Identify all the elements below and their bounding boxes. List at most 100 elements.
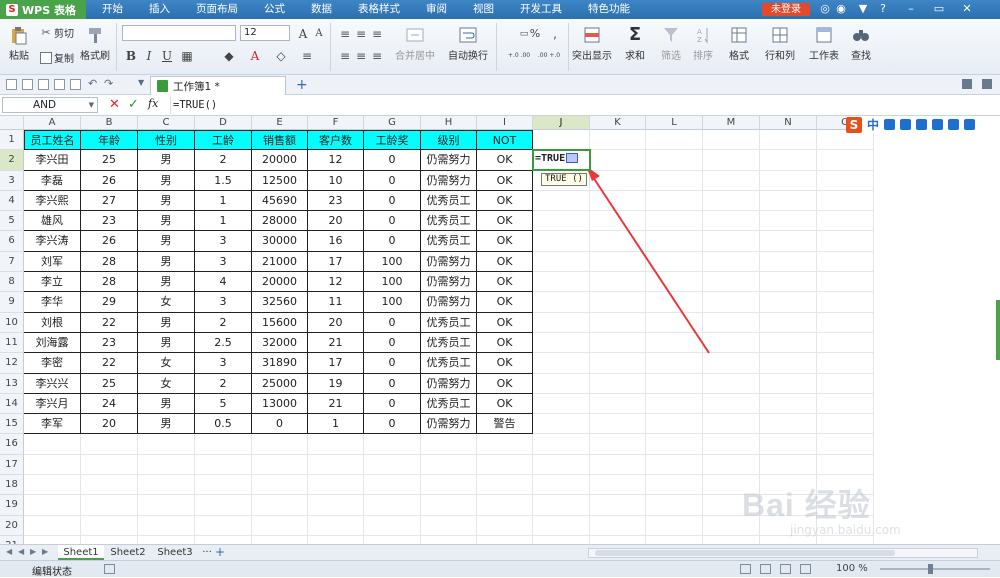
print-preview-icon[interactable] [54, 79, 65, 90]
menu-data[interactable]: 数据 [298, 0, 345, 19]
redo-icon[interactable]: ↷ [104, 77, 113, 90]
function-autocomplete-tooltip[interactable]: TRUE () [541, 172, 587, 186]
minimize-icon[interactable]: – [904, 2, 918, 16]
export-icon[interactable] [70, 79, 81, 90]
first-sheet-icon[interactable]: ◀ [6, 547, 12, 556]
formula-input[interactable]: =TRUE() [170, 96, 998, 114]
worksheet-button[interactable]: 工作表 [804, 25, 844, 62]
more-sheets-icon[interactable]: ··· [200, 545, 214, 560]
chevron-down-icon[interactable]: ▼ [89, 98, 94, 112]
find-button[interactable]: 查找 [846, 25, 876, 62]
next-sheet-icon[interactable]: ▶ [30, 547, 36, 556]
zoom-slider[interactable] [880, 568, 990, 570]
align-bottom-icon[interactable]: ≡ [370, 27, 384, 41]
confirm-icon[interactable]: ✓ [128, 97, 139, 112]
align-middle-icon[interactable]: ≡ [354, 27, 368, 41]
skin-icon[interactable]: ◎ [818, 2, 832, 16]
spreadsheet-grid[interactable]: ABCDEFGHIJKLMNO 1 员工姓名 年龄 性别 工龄 销售额 客户数 工龄奖 级别 NO… [0, 116, 1000, 544]
customize-toolbar-icon[interactable]: ▼ [138, 78, 144, 87]
side-panel-handle[interactable] [996, 300, 1000, 360]
menu-home[interactable]: 开始 [86, 0, 136, 19]
font-name-select[interactable] [122, 25, 236, 41]
sheet-tab-2[interactable]: Sheet2 [106, 545, 150, 560]
window-mode-icon[interactable] [962, 79, 972, 89]
prev-sheet-icon[interactable]: ◀ [18, 547, 24, 556]
align-center-icon[interactable]: ≡ [354, 49, 368, 63]
print-icon[interactable] [38, 79, 49, 90]
app-logo[interactable]: S WPS 表格 [0, 0, 86, 19]
indent-icon[interactable]: ≡ [300, 49, 314, 63]
font-color-button[interactable]: A [248, 49, 262, 63]
macro-icon[interactable] [104, 564, 115, 574]
increase-decimal-button[interactable]: +.0 .00 [504, 49, 534, 63]
new-tab-button[interactable]: + [296, 77, 308, 93]
decrease-decimal-button[interactable]: .00 +.0 [534, 49, 564, 63]
worksheet-icon [816, 27, 832, 43]
percent-button[interactable]: % [528, 27, 542, 41]
restore-icon[interactable]: ▭ [932, 2, 946, 16]
undo-icon[interactable]: ↶ [88, 77, 97, 90]
add-sheet-button[interactable]: + [214, 545, 226, 560]
theme-icon[interactable]: ◉ [834, 2, 848, 16]
italic-button[interactable]: I [142, 49, 156, 63]
page-break-icon[interactable] [780, 564, 791, 574]
workbook-tab-label: 工作簿1 * [173, 80, 220, 93]
paste-button[interactable]: 粘贴 [6, 25, 32, 62]
highlight-button[interactable]: 突出显示 [570, 25, 614, 62]
menu-table-style[interactable]: 表格样式 [345, 0, 413, 19]
new-file-icon[interactable] [6, 79, 17, 90]
active-cell-editor[interactable]: =TRUE [532, 149, 591, 171]
comma-button[interactable]: , [548, 27, 562, 41]
scrollbar-thumb[interactable] [595, 550, 895, 556]
border-icon[interactable]: ▦ [180, 49, 194, 63]
horizontal-scrollbar[interactable] [588, 548, 978, 558]
wrap-text-button[interactable]: 自动换行 [446, 25, 490, 62]
menu-insert[interactable]: 插入 [136, 0, 183, 19]
name-box[interactable]: AND ▼ [2, 97, 98, 113]
underline-button[interactable]: U [160, 49, 174, 63]
menu-developer[interactable]: 开发工具 [507, 0, 575, 19]
zoom-level[interactable]: 100 % [836, 563, 868, 574]
help-icon[interactable]: ? [876, 2, 890, 16]
shrink-font-icon[interactable]: A [312, 27, 326, 41]
menu-page-layout[interactable]: 页面布局 [183, 0, 251, 19]
sort-button[interactable]: AZ 排序 [688, 25, 718, 62]
collapse-ribbon-icon[interactable] [982, 79, 992, 89]
clear-format-icon[interactable]: ◇ [274, 49, 288, 63]
copy-button[interactable]: 复制 [40, 50, 74, 65]
menu-review[interactable]: 审阅 [413, 0, 460, 19]
normal-view-icon[interactable] [740, 564, 751, 574]
zoom-slider-handle[interactable] [928, 564, 933, 574]
menu-formulas[interactable]: 公式 [251, 0, 298, 19]
filter-icon [664, 28, 678, 42]
cut-button[interactable]: ✂ 剪切 [40, 25, 74, 40]
align-left-icon[interactable]: ≡ [338, 49, 352, 63]
last-sheet-icon[interactable]: ▶ [42, 547, 48, 556]
save-icon[interactable] [22, 79, 33, 90]
workbook-tab[interactable]: 工作簿1 * [150, 76, 286, 95]
tshirt-icon[interactable]: ▼ [856, 2, 870, 16]
merge-center-button[interactable]: 合并居中 [394, 25, 436, 62]
fill-color-icon[interactable]: ◆ [222, 49, 236, 63]
format-painter-button[interactable]: 格式刷 [80, 25, 110, 62]
close-icon[interactable]: ✕ [960, 2, 974, 16]
align-right-icon[interactable]: ≡ [370, 49, 384, 63]
sum-button[interactable]: Σ 求和 [620, 25, 650, 63]
menu-special[interactable]: 特色功能 [575, 0, 643, 19]
grow-font-icon[interactable]: A [296, 27, 310, 41]
sheet-tab-3[interactable]: Sheet3 [152, 545, 198, 560]
font-size-select[interactable]: 12 [240, 25, 290, 41]
menu-view[interactable]: 视图 [460, 0, 507, 19]
bold-button[interactable]: B [124, 49, 138, 63]
filter-button[interactable]: 筛选 [656, 25, 686, 62]
login-button[interactable]: 未登录 [762, 3, 810, 16]
format-button[interactable]: 格式 [724, 25, 754, 62]
align-top-icon[interactable]: ≡ [338, 27, 352, 41]
page-layout-icon[interactable] [760, 564, 771, 574]
reading-mode-icon[interactable] [800, 564, 811, 574]
insert-function-icon[interactable]: fx [148, 97, 158, 110]
rows-cols-button[interactable]: 行和列 [760, 25, 800, 62]
sort-icon: AZ [697, 28, 708, 44]
sheet-tab-1[interactable]: Sheet1 [58, 545, 104, 560]
cancel-icon[interactable]: ✕ [109, 97, 120, 112]
